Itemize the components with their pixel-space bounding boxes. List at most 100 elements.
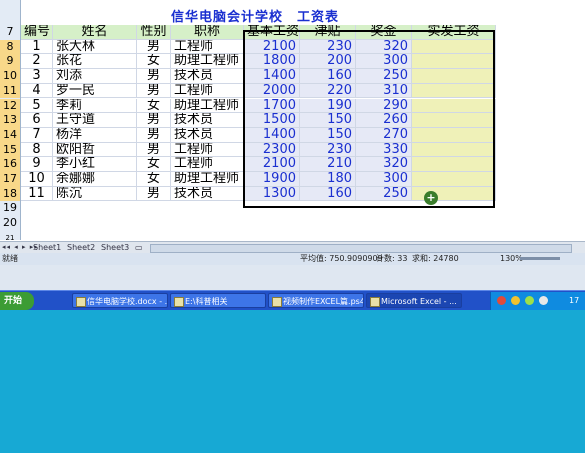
cell-bonus[interactable]: 320 bbox=[356, 157, 412, 172]
horizontal-scrollbar[interactable] bbox=[150, 244, 572, 253]
row-header[interactable]: 20 bbox=[0, 216, 20, 230]
cell-allow[interactable]: 160 bbox=[300, 69, 356, 84]
cell-id[interactable]: 11 bbox=[21, 186, 53, 202]
cell-net[interactable] bbox=[412, 83, 496, 99]
cell-gender[interactable]: 男 bbox=[137, 69, 171, 84]
cell-title[interactable]: 工程师 bbox=[171, 157, 244, 172]
cell-allow[interactable]: 230 bbox=[300, 39, 356, 55]
row-header[interactable]: 11 bbox=[0, 83, 20, 99]
cell-title[interactable]: 技术员 bbox=[171, 113, 244, 128]
cell-id[interactable]: 6 bbox=[21, 113, 53, 128]
cell-gender[interactable]: 男 bbox=[137, 39, 171, 55]
row-header[interactable]: 16 bbox=[0, 157, 20, 172]
cell-bonus[interactable]: 320 bbox=[356, 39, 412, 55]
cell-id[interactable]: 1 bbox=[21, 39, 53, 55]
taskbar-item-word[interactable]: 信华电脑学校.docx - ... bbox=[72, 293, 168, 308]
cell-net[interactable] bbox=[412, 142, 496, 158]
row-header[interactable]: 17 bbox=[0, 172, 20, 187]
taskbar-item-video[interactable]: 视频制作EXCEL篇.ps4... bbox=[268, 293, 364, 308]
cell-title[interactable]: 工程师 bbox=[171, 83, 244, 99]
cell-allow[interactable]: 190 bbox=[300, 98, 356, 114]
cell-base[interactable]: 1800 bbox=[244, 54, 300, 70]
tray-input-icon[interactable] bbox=[539, 296, 548, 305]
cell-base[interactable]: 1300 bbox=[244, 186, 300, 202]
cell-base[interactable]: 2000 bbox=[244, 83, 300, 99]
column-header-allow[interactable]: 津贴 bbox=[300, 25, 356, 40]
row-header[interactable]: 10 bbox=[0, 69, 20, 84]
cell-name[interactable]: 罗一民 bbox=[53, 83, 137, 99]
cell-title[interactable]: 技术员 bbox=[171, 69, 244, 84]
cell-title[interactable]: 工程师 bbox=[171, 39, 244, 55]
cell-bonus[interactable]: 300 bbox=[356, 54, 412, 70]
column-header-bonus[interactable]: 奖金 bbox=[356, 25, 412, 40]
cell-base[interactable]: 1400 bbox=[244, 127, 300, 143]
cell-id[interactable]: 5 bbox=[21, 98, 53, 114]
cell-title[interactable]: 助理工程师 bbox=[171, 172, 244, 187]
cell-bonus[interactable]: 270 bbox=[356, 127, 412, 143]
cell-gender[interactable]: 女 bbox=[137, 172, 171, 187]
cell-title[interactable]: 助理工程师 bbox=[171, 98, 244, 114]
row-header[interactable]: 14 bbox=[0, 127, 20, 143]
cell-bonus[interactable]: 300 bbox=[356, 172, 412, 187]
tray-volume-icon[interactable] bbox=[525, 296, 534, 305]
row-header[interactable]: 13 bbox=[0, 113, 20, 128]
row-header[interactable]: 8 bbox=[0, 39, 20, 55]
column-header-gender[interactable]: 性别 bbox=[137, 25, 171, 40]
cell-net[interactable] bbox=[412, 39, 496, 55]
cell-name[interactable]: 欧阳哲 bbox=[53, 142, 137, 158]
cell-gender[interactable]: 男 bbox=[137, 83, 171, 99]
taskbar-item-folder[interactable]: E:\科普相关 bbox=[170, 293, 266, 308]
cell-id[interactable]: 10 bbox=[21, 172, 53, 187]
zoom-slider[interactable] bbox=[520, 257, 560, 260]
cell-gender[interactable]: 女 bbox=[137, 54, 171, 70]
cell-allow[interactable]: 200 bbox=[300, 54, 356, 70]
cell-bonus[interactable]: 330 bbox=[356, 142, 412, 158]
cell-title[interactable]: 助理工程师 bbox=[171, 54, 244, 70]
tab-sheet3[interactable]: Sheet3 bbox=[98, 243, 132, 252]
start-button[interactable]: 开始 bbox=[0, 292, 34, 310]
cell-gender[interactable]: 男 bbox=[137, 142, 171, 158]
cell-title[interactable]: 技术员 bbox=[171, 127, 244, 143]
cell-name[interactable]: 王守道 bbox=[53, 113, 137, 128]
cell-bonus[interactable]: 250 bbox=[356, 186, 412, 202]
cell-allow[interactable]: 210 bbox=[300, 157, 356, 172]
cell-id[interactable]: 2 bbox=[21, 54, 53, 70]
cell-name[interactable]: 张大林 bbox=[53, 39, 137, 55]
cell-id[interactable]: 9 bbox=[21, 157, 53, 172]
taskbar-item-excel[interactable]: Microsoft Excel - ... bbox=[366, 293, 462, 308]
cell-allow[interactable]: 180 bbox=[300, 172, 356, 187]
cell-gender[interactable]: 女 bbox=[137, 98, 171, 114]
column-header-title[interactable]: 职称 bbox=[171, 25, 244, 40]
cell-base[interactable]: 2100 bbox=[244, 157, 300, 172]
tab-sheet1[interactable]: Sheet1 bbox=[30, 243, 64, 252]
cell-bonus[interactable]: 250 bbox=[356, 69, 412, 84]
cell-name[interactable]: 李莉 bbox=[53, 98, 137, 114]
column-header-net[interactable]: 实发工资 bbox=[412, 25, 496, 40]
tab-sheet2[interactable]: Sheet2 bbox=[64, 243, 98, 252]
cell-base[interactable]: 2100 bbox=[244, 39, 300, 55]
insert-sheet-icon[interactable]: ▭ bbox=[132, 243, 146, 252]
cell-base[interactable]: 2300 bbox=[244, 142, 300, 158]
row-header[interactable]: 19 bbox=[0, 201, 20, 215]
cell-net[interactable] bbox=[412, 157, 496, 172]
row-header[interactable]: 7 bbox=[0, 25, 20, 39]
row-header[interactable]: 15 bbox=[0, 142, 20, 158]
cell-name[interactable]: 杨洋 bbox=[53, 127, 137, 143]
column-header-id[interactable]: 编号 bbox=[21, 25, 53, 40]
cell-name[interactable]: 李小红 bbox=[53, 157, 137, 172]
cell-gender[interactable]: 男 bbox=[137, 186, 171, 202]
row-header[interactable]: 9 bbox=[0, 54, 20, 70]
cell-net[interactable] bbox=[412, 172, 496, 187]
cell-allow[interactable]: 150 bbox=[300, 127, 356, 143]
cell-allow[interactable]: 220 bbox=[300, 83, 356, 99]
row-header[interactable]: 18 bbox=[0, 186, 20, 202]
cell-id[interactable]: 7 bbox=[21, 127, 53, 143]
cell-net[interactable] bbox=[412, 98, 496, 114]
cell-base[interactable]: 1500 bbox=[244, 113, 300, 128]
cell-allow[interactable]: 150 bbox=[300, 113, 356, 128]
cell-net[interactable] bbox=[412, 127, 496, 143]
cell-gender[interactable]: 男 bbox=[137, 127, 171, 143]
cell-name[interactable]: 余娜娜 bbox=[53, 172, 137, 187]
row-header[interactable]: 12 bbox=[0, 98, 20, 114]
cell-net[interactable] bbox=[412, 69, 496, 84]
